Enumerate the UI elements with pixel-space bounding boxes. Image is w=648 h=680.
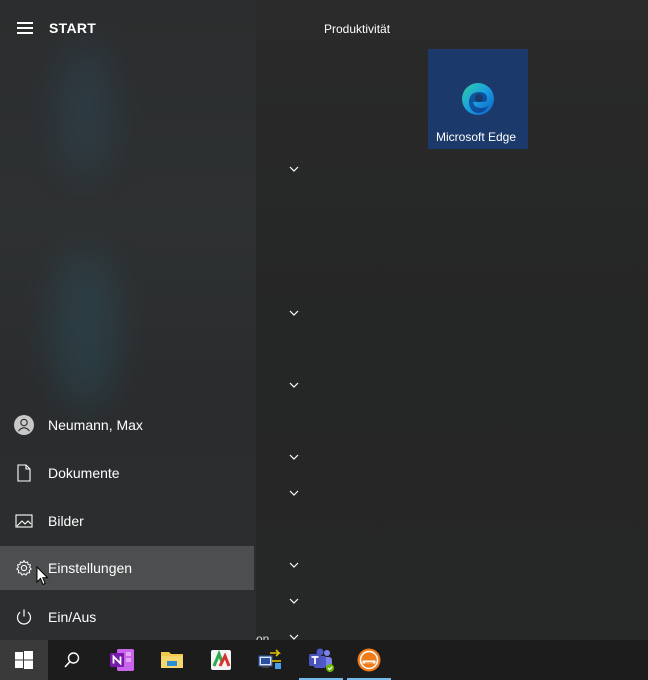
- start-left-pane: START Neumann, Max Dokumente Bilder Eins…: [0, 0, 256, 640]
- tile-label: Microsoft Edge: [436, 130, 517, 144]
- teams-taskbar-button[interactable]: [297, 640, 345, 680]
- onenote-icon: [110, 649, 134, 671]
- pictures-button[interactable]: Bilder: [0, 499, 256, 543]
- search-icon: [64, 652, 80, 668]
- user-icon: [0, 403, 48, 447]
- edge-icon: [462, 83, 494, 115]
- user-name-label: Neumann, Max: [48, 417, 143, 433]
- power-icon: [0, 595, 48, 639]
- microsoft-edge-tile[interactable]: Microsoft Edge: [428, 49, 528, 149]
- teams-icon: [309, 648, 334, 672]
- power-label: Ein/Aus: [48, 609, 97, 625]
- file-explorer-taskbar-button[interactable]: [148, 640, 196, 680]
- onenote-taskbar-button[interactable]: [98, 640, 146, 680]
- documents-button[interactable]: Dokumente: [0, 451, 256, 495]
- search-button[interactable]: [48, 640, 96, 680]
- settings-label: Einstellungen: [48, 560, 133, 576]
- start-button[interactable]: [0, 640, 48, 680]
- sip-app-taskbar-button[interactable]: [345, 640, 393, 680]
- chevron-down-icon[interactable]: [288, 309, 300, 317]
- background-blur: [55, 40, 115, 180]
- chevron-down-icon[interactable]: [288, 381, 300, 389]
- chevron-down-icon[interactable]: [288, 489, 300, 497]
- windows-start-icon: [15, 651, 33, 669]
- chevron-down-icon[interactable]: [288, 561, 300, 569]
- network-app-taskbar-button[interactable]: [246, 640, 294, 680]
- pictures-icon: [0, 499, 48, 543]
- user-account-button[interactable]: Neumann, Max: [0, 403, 256, 447]
- document-icon: [0, 451, 48, 495]
- sip-app-icon: [357, 648, 381, 672]
- power-button[interactable]: Ein/Aus: [0, 595, 256, 639]
- chevron-down-icon[interactable]: [288, 453, 300, 461]
- charts-app-icon: [211, 649, 231, 670]
- pictures-label: Bilder: [48, 513, 84, 529]
- chevron-down-icon[interactable]: [288, 165, 300, 173]
- tile-group-title[interactable]: Produktivität: [324, 22, 390, 36]
- documents-label: Dokumente: [48, 465, 120, 481]
- start-menu: START Neumann, Max Dokumente Bilder Eins…: [0, 0, 648, 646]
- taskbar: [0, 640, 648, 680]
- charts-app-taskbar-button[interactable]: [197, 640, 245, 680]
- mouse-cursor-icon: [36, 566, 49, 586]
- hamburger-menu-icon[interactable]: [17, 22, 33, 34]
- chevron-down-icon[interactable]: [288, 597, 300, 605]
- start-title: START: [49, 20, 97, 36]
- file-explorer-icon: [161, 652, 183, 668]
- background-blur: [50, 250, 120, 410]
- network-app-icon: [258, 649, 281, 669]
